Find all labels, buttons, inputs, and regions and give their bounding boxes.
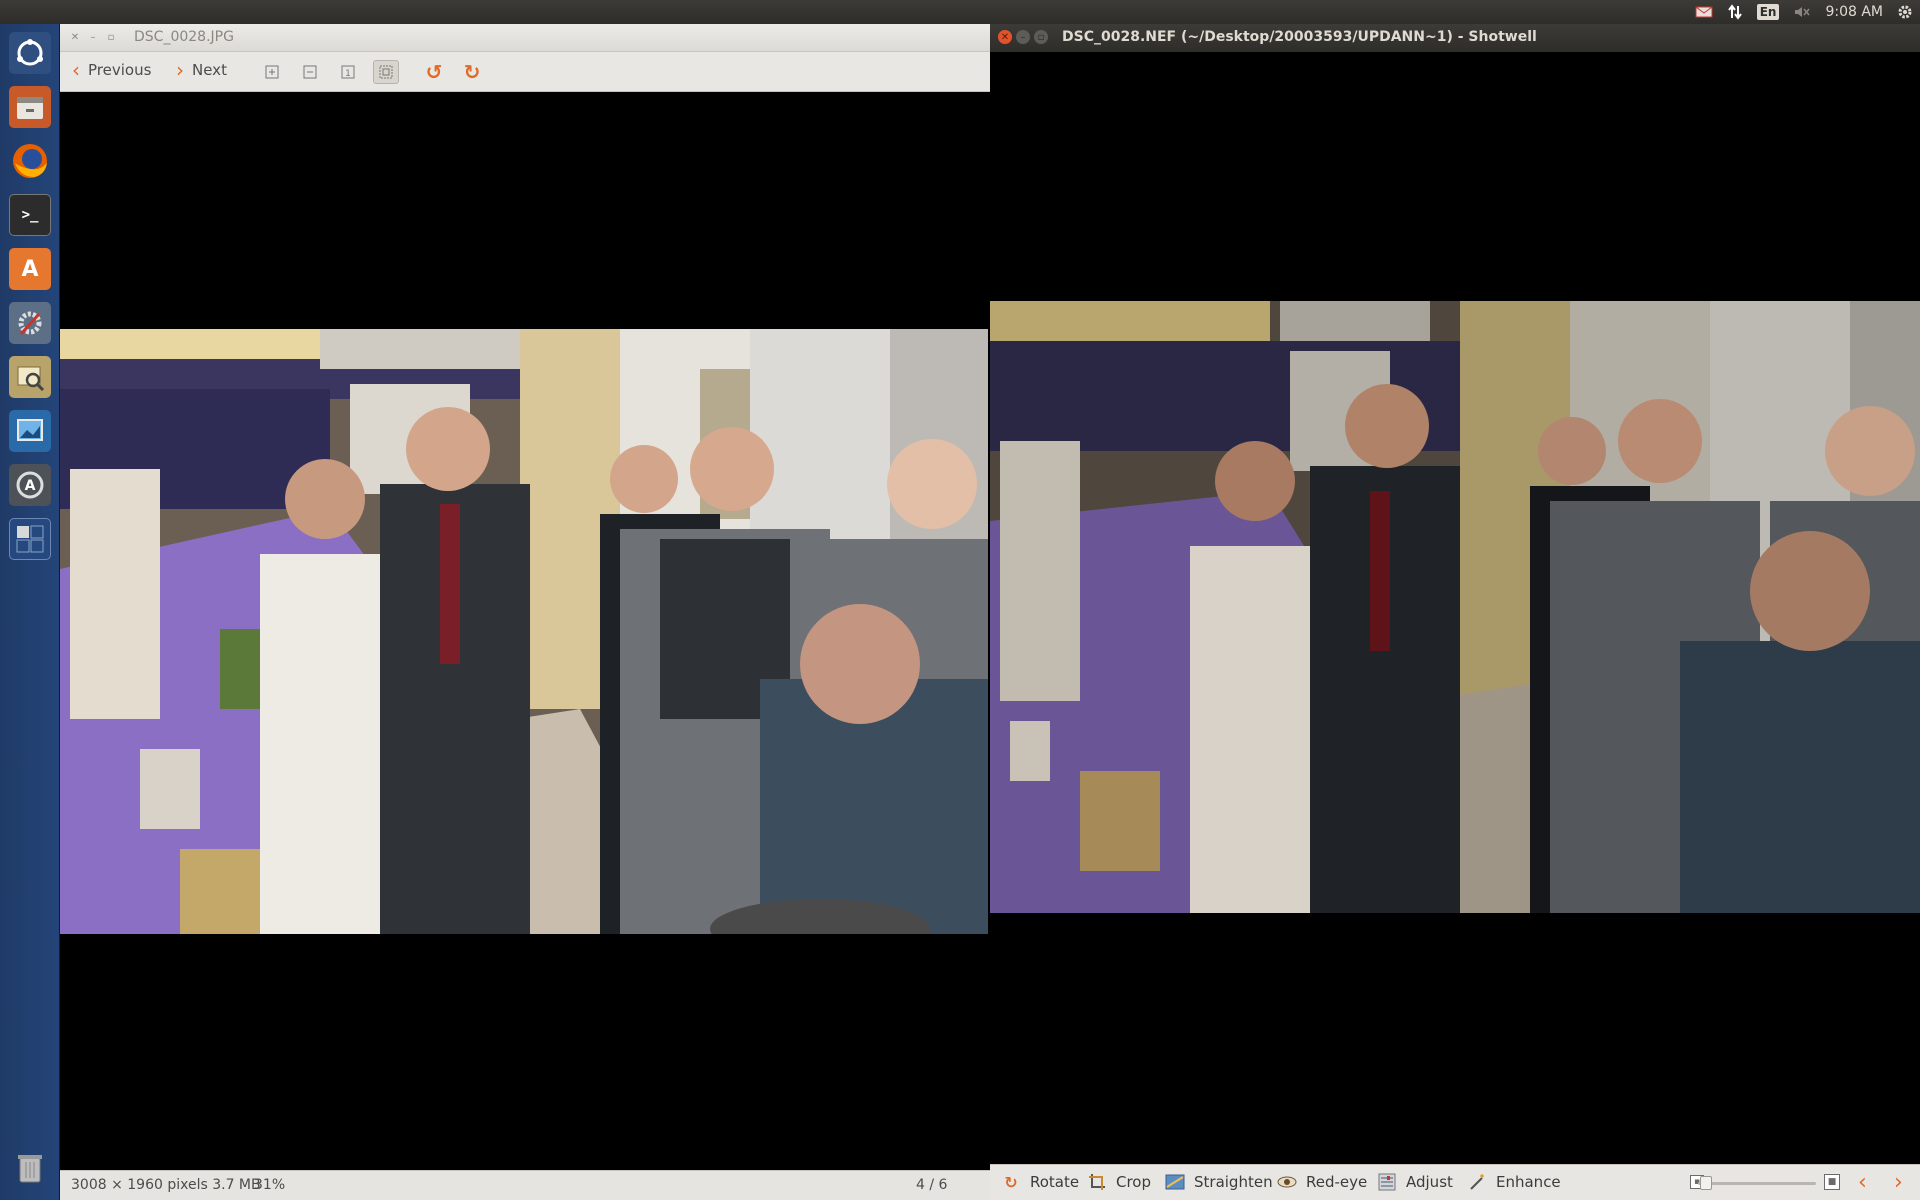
image-viewer-icon[interactable]	[5, 352, 55, 402]
viewer-toolbar: ‹ Previous › Next 1 ↺ ↻	[60, 52, 990, 92]
rotate-button[interactable]: ↻ Rotate	[1000, 1172, 1079, 1192]
enhance-label: Enhance	[1496, 1173, 1561, 1191]
shotwell-window-title: DSC_0028.NEF (~/Desktop/20003593/UPDANN~…	[1062, 29, 1537, 45]
shotwell-maximize-icon[interactable]: ▫	[1034, 30, 1048, 44]
viewer-minimize-icon[interactable]: –	[86, 30, 100, 44]
viewer-statusbar: 3008 × 1960 pixels 3.7 MB 31% 4 / 6	[60, 1170, 990, 1200]
launcher: >_ A A	[0, 24, 60, 1200]
redeye-label: Red-eye	[1306, 1173, 1368, 1191]
zoom-slider-track[interactable]	[1698, 1182, 1816, 1185]
top-panel: En 9:08 AM	[0, 0, 1920, 24]
next-photo-icon[interactable]: ›	[1894, 1170, 1903, 1195]
rotate-left-icon[interactable]: ↺	[421, 60, 447, 84]
zoom-out-icon[interactable]	[297, 60, 323, 84]
zoom-in-icon[interactable]	[259, 60, 285, 84]
zoom-normal-icon[interactable]: 1	[335, 60, 361, 84]
viewer-window-title: DSC_0028.JPG	[134, 29, 234, 45]
redeye-button[interactable]: Red-eye	[1276, 1172, 1367, 1192]
straighten-label: Straighten	[1194, 1173, 1273, 1191]
zoom-in-large-icon[interactable]: ■	[1824, 1174, 1840, 1190]
image-info: 3008 × 1960 pixels 3.7 MB	[71, 1177, 261, 1193]
adjust-button[interactable]: Adjust	[1376, 1172, 1453, 1192]
shotwell-minimize-icon[interactable]: –	[1016, 30, 1030, 44]
ubuntu-dash-icon[interactable]	[5, 28, 55, 78]
clock[interactable]: 9:08 AM	[1825, 0, 1883, 24]
system-settings-icon[interactable]	[5, 298, 55, 348]
straighten-button[interactable]: Straighten	[1164, 1172, 1273, 1192]
shotwell-titlebar[interactable]: ✕ – ▫ DSC_0028.NEF (~/Desktop/20003593/U…	[990, 24, 1920, 52]
rotate-icon: ↻	[1004, 1172, 1018, 1192]
keyboard-layout-indicator[interactable]: En	[1756, 0, 1780, 24]
shotwell-icon[interactable]	[5, 406, 55, 456]
files-icon[interactable]	[5, 82, 55, 132]
previous-photo-icon[interactable]: ‹	[1858, 1170, 1867, 1195]
eye-icon	[1276, 1172, 1298, 1192]
software-center-icon[interactable]: A	[5, 244, 55, 294]
viewer-close-icon[interactable]: ✕	[68, 30, 82, 44]
firefox-icon[interactable]	[5, 136, 55, 186]
magic-wand-icon	[1466, 1172, 1488, 1192]
session-gear-icon[interactable]	[1897, 0, 1913, 24]
shotwell-window: ✕ – ▫ DSC_0028.NEF (~/Desktop/20003593/U…	[990, 24, 1920, 1200]
adjust-icon	[1376, 1172, 1398, 1192]
rotate-label: Rotate	[1030, 1173, 1080, 1191]
enhance-button[interactable]: Enhance	[1466, 1172, 1561, 1192]
next-button[interactable]: › Next	[176, 60, 227, 80]
previous-label: Previous	[88, 61, 152, 79]
viewer-titlebar[interactable]: ✕ – ▫ DSC_0028.JPG	[60, 24, 990, 52]
trash-icon[interactable]	[5, 1142, 55, 1192]
network-icon[interactable]	[1727, 0, 1743, 24]
best-fit-icon[interactable]	[373, 60, 399, 84]
crop-icon	[1086, 1172, 1108, 1192]
crop-label: Crop	[1116, 1173, 1152, 1191]
svg-text:1: 1	[345, 69, 351, 79]
previous-button[interactable]: ‹ Previous	[72, 60, 151, 80]
chevron-left-icon: ‹	[72, 58, 80, 82]
image-position: 4 / 6	[916, 1177, 948, 1193]
zoom-level: 31%	[254, 1177, 286, 1193]
next-label: Next	[192, 61, 227, 79]
software-updater-icon[interactable]: A	[5, 460, 55, 510]
workspace-switcher-icon[interactable]	[5, 514, 55, 564]
straighten-icon	[1164, 1172, 1186, 1192]
shotwell-close-icon[interactable]: ✕	[998, 30, 1012, 44]
viewer-photo	[60, 329, 988, 934]
zoom-slider-handle[interactable]	[1700, 1176, 1713, 1190]
keyboard-layout-label: En	[1756, 4, 1780, 20]
terminal-icon[interactable]: >_	[5, 190, 55, 240]
svg-text:A: A	[25, 478, 36, 494]
viewer-maximize-icon[interactable]: ▫	[104, 30, 118, 44]
shotwell-photo	[990, 301, 1920, 913]
mail-indicator-icon[interactable]	[1695, 0, 1713, 24]
volume-muted-icon[interactable]	[1793, 0, 1811, 24]
chevron-right-icon: ›	[176, 58, 184, 82]
adjust-label: Adjust	[1406, 1173, 1453, 1191]
crop-button[interactable]: Crop	[1086, 1172, 1151, 1192]
image-viewer-window: ✕ – ▫ DSC_0028.JPG ‹ Previous › Next 1 ↺…	[60, 24, 990, 1200]
rotate-right-icon[interactable]: ↻	[459, 60, 485, 84]
shotwell-toolbar: ↻ Rotate Crop Straighten Red-eye Adjust …	[990, 1164, 1920, 1200]
indicator-area: En 9:08 AM	[1688, 0, 1920, 24]
